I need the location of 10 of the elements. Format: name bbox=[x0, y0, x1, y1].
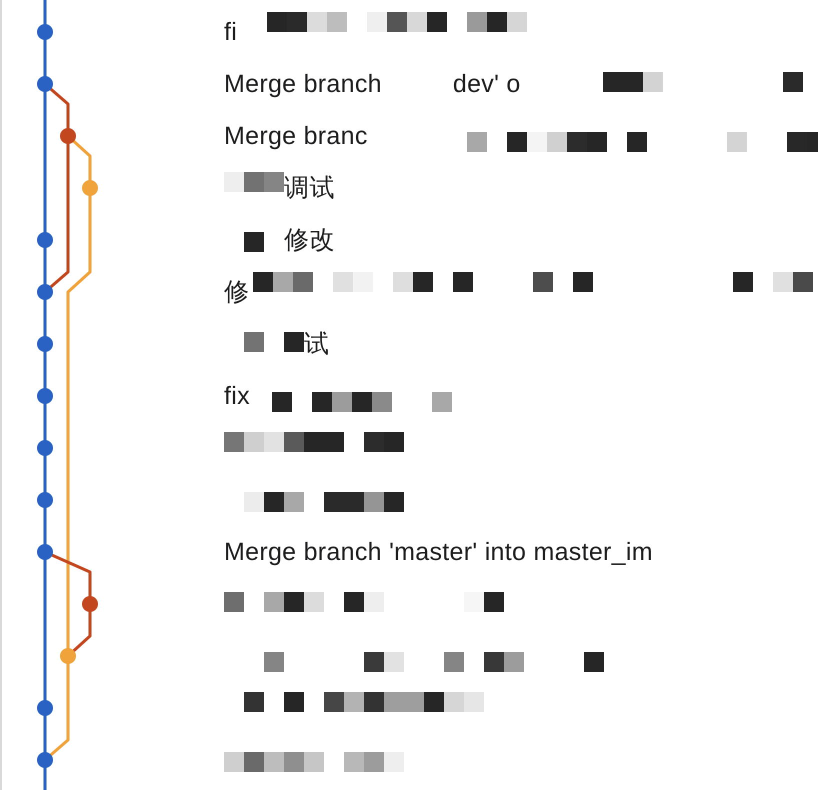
commit-message: 试 bbox=[304, 329, 330, 360]
commit-message: Merge branch 'master' into master_im bbox=[224, 537, 653, 568]
commit-message: Merge branc bbox=[224, 121, 368, 152]
commit-message: 调试 bbox=[284, 173, 335, 204]
commit-message: dev' o bbox=[452, 69, 521, 100]
commit-message: 修 bbox=[224, 277, 250, 308]
commit-message: fix bbox=[224, 381, 250, 412]
commit-message: 修改 bbox=[284, 225, 335, 256]
commit-message: Merge branch bbox=[224, 69, 382, 100]
commit-message: fi bbox=[224, 17, 238, 48]
